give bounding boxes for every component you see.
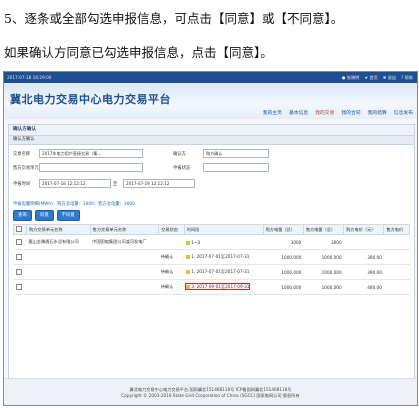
table-row: 唐山金隅盾石水泥有限公司 中国国电集团公司滦河发电厂 1~3 3000 3000 — [13, 234, 410, 250]
col-buyer-price: 购方电价（元） — [343, 224, 385, 235]
cell-buyer — [26, 279, 91, 295]
cell-status: 待确认 — [158, 264, 185, 280]
top-bar: 2017-07-18 16:29:00 ● 张晓明 ★ 首页 ✖ 退出 ? 帮助 — [4, 72, 417, 83]
cell-period: 1. 2017-07-01至2017-07-31 — [184, 249, 264, 265]
agree-button[interactable]: 同意 — [34, 210, 54, 221]
label-declare-time: 申报时间 — [13, 182, 31, 187]
footer-copyright: Copyright © 2003-2016 State Grid Corpora… — [121, 393, 300, 398]
tab-confirm[interactable]: 确认方确认 — [9, 136, 414, 145]
col-buyer-qty: 购方电量（总） — [262, 224, 304, 235]
cell-buyer-qty: 1000.000 — [263, 264, 304, 280]
select-all-checkbox[interactable] — [13, 224, 27, 235]
declaration-table: 购方交易单元名称 售方交易单元名称 交易状态 时间段 购方电量（总） 售方电量（… — [13, 224, 410, 295]
cell-seller-qty: 3000 — [303, 234, 344, 250]
cell-buyer-price — [343, 234, 384, 250]
cell-seller: 中国国电集团公司滦河发电厂 — [90, 234, 159, 250]
label-confirm-party: 确认方 — [173, 152, 186, 157]
nav-basic-info[interactable]: 基本信息 — [289, 109, 308, 116]
status-select[interactable] — [203, 163, 269, 172]
site-footer: 冀北电力交易中心电力交易平台 国网冀北151468118号 ICP备国网冀北15… — [4, 378, 417, 405]
server-time: 2017-07-18 16:29:00 — [7, 75, 52, 80]
nav-my-contracts[interactable]: 我的合同 — [341, 109, 360, 116]
document-icon — [186, 255, 191, 259]
label-seller-unit: 售方交易单元 — [13, 166, 39, 171]
nav-info-publish[interactable]: 信息发布 — [394, 109, 413, 116]
col-buyer: 购方交易单元名称 — [26, 224, 91, 235]
row-checkbox[interactable] — [13, 279, 27, 295]
home-link[interactable]: ★ 首页 — [364, 75, 377, 81]
confirm-party-field[interactable]: 购方确认 — [203, 149, 269, 158]
cell-seller-qty: 1000.000 — [303, 249, 344, 265]
user-link[interactable]: ● 张晓明 — [342, 75, 360, 81]
document-icon — [186, 270, 191, 274]
main-nav: 我的主页 基本信息 我的交易 我的合同 我的结算 信息发布 — [263, 109, 413, 116]
cell-status: 待确认 — [158, 279, 185, 295]
time-range-separator: 至 — [113, 182, 118, 187]
label-status: 申报状态 — [173, 166, 191, 171]
nav-my-settlement[interactable]: 我的结算 — [368, 109, 387, 116]
time-from-input[interactable]: 2017-07-18 12:12:12 — [39, 179, 111, 188]
cell-period: 1. 2017-07-01至2017-07-31 — [184, 264, 264, 280]
cell-buyer-qty: 1000.000 — [263, 249, 304, 265]
col-seller-qty: 售方电量（总） — [302, 224, 345, 235]
label-trade-name: 交易名称 — [13, 152, 31, 157]
seller-unit-select[interactable] — [39, 163, 143, 172]
nav-my-trades[interactable]: 我的交易 — [315, 109, 334, 116]
row-checkbox[interactable] — [13, 249, 27, 265]
instruction-line-2: 如果确认方同意已勾选申报信息，点击【同意】。 — [4, 45, 273, 60]
panel-title: 确认方确认 — [9, 125, 414, 136]
cell-period[interactable]: 1~3 — [184, 234, 264, 250]
table-row: 待确认 1. 2017-07-01至2017-07-31 1000.000 10… — [13, 249, 410, 265]
cell-buyer-price: 390.00 — [343, 249, 384, 265]
nav-home[interactable]: 我的主页 — [263, 109, 282, 116]
time-to-input[interactable]: 2017-07-19 12:12:12 — [123, 179, 195, 188]
cell-seller — [90, 249, 159, 265]
cell-seller — [90, 264, 159, 280]
cell-seller-qty: 1000.000 — [303, 264, 344, 280]
trade-name-select[interactable]: 2017年电力用户直接交易（集... — [39, 149, 143, 158]
confirm-panel: 确认方确认 确认方确认 交易名称 2017年电力用户直接交易（集... 确认方 … — [8, 124, 415, 402]
disagree-button[interactable]: 不同意 — [56, 210, 80, 221]
folder-icon — [186, 240, 191, 245]
col-seller-price: 售方电价 — [383, 224, 410, 235]
cell-seller-price — [383, 249, 410, 265]
cell-seller-price — [383, 279, 410, 295]
instruction-line-1: 5、逐条或全部勾选申报信息，可点击【同意】或【不同意】。 — [4, 11, 344, 26]
cell-buyer-price: 480.00 — [343, 279, 384, 295]
highlighted-period: 3. 2017-09-01至2017-09-31 — [185, 283, 251, 290]
cell-buyer — [26, 264, 91, 280]
document-icon — [186, 285, 191, 289]
cell-buyer-qty: 3000 — [263, 234, 304, 250]
cell-seller — [90, 279, 159, 295]
screenshot-frame: 2017-07-18 16:29:00 ● 张晓明 ★ 首页 ✖ 退出 ? 帮助… — [3, 71, 418, 406]
cell-seller-price — [383, 234, 410, 250]
col-seller: 售方交易单元名称 — [89, 224, 160, 235]
row-checkbox[interactable] — [13, 234, 27, 250]
cell-status — [158, 234, 185, 250]
cell-buyer — [26, 249, 91, 265]
cell-buyer-qty: 1000.000 — [263, 279, 304, 295]
col-period: 时间段 — [183, 224, 264, 235]
table-row: 待确认 3. 2017-09-01至2017-09-31 1000.000 10… — [13, 279, 410, 295]
cell-buyer-price: 390.00 — [343, 264, 384, 280]
row-checkbox[interactable] — [13, 264, 27, 280]
cell-seller-price — [383, 264, 410, 280]
help-link[interactable]: ? 帮助 — [401, 75, 413, 81]
logout-link[interactable]: ✖ 退出 — [383, 75, 396, 81]
cell-buyer: 唐山金隅盾石水泥有限公司 — [26, 234, 91, 250]
table-row: 待确认 1. 2017-07-01至2017-07-31 1000.000 10… — [13, 264, 410, 280]
cell-status: 待确认 — [158, 249, 185, 265]
quantity-summary: 申报电量明细(MWh)：购方总电量：3000；售方总电量：3000 — [13, 202, 135, 207]
cell-seller-qty: 1000.000 — [303, 279, 344, 295]
site-logo: 冀北电力交易中心电力交易平台 — [10, 93, 171, 106]
cell-period: 3. 2017-09-01至2017-09-31 — [184, 279, 264, 295]
col-status: 交易状态 — [158, 224, 185, 235]
query-button[interactable]: 查询 — [13, 210, 32, 221]
